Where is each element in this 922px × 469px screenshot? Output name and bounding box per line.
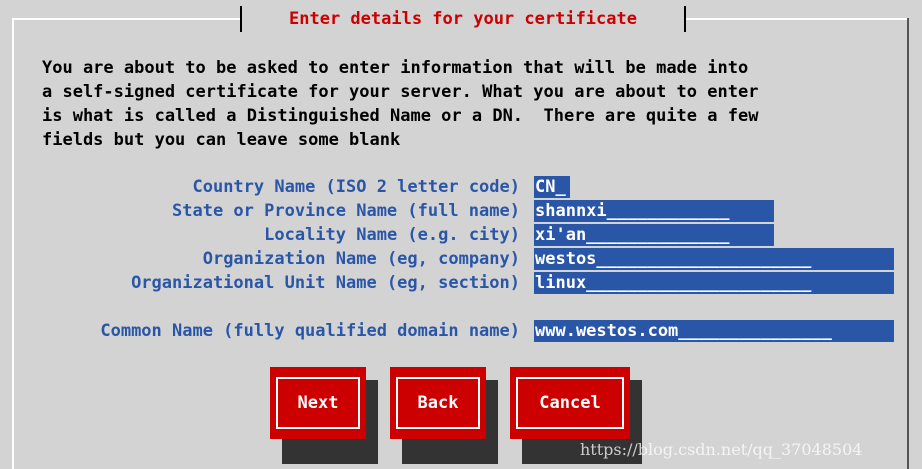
locality-name-label: Locality Name (e.g. city) (264, 225, 520, 245)
back-button-label: Back (396, 377, 480, 429)
common-name-label: Common Name (fully qualified domain name… (100, 321, 520, 341)
organizational-unit-label: Organizational Unit Name (eg, section) (131, 273, 520, 293)
cancel-button[interactable]: Cancel (510, 367, 630, 439)
frame-border-right (907, 18, 909, 469)
locality-name-field[interactable]: xi'an______________ (534, 224, 774, 246)
intro-text: You are about to be asked to enter infor… (42, 58, 759, 150)
certificate-dialog: Enter details for your certificate You a… (0, 0, 922, 469)
country-name-label: Country Name (ISO 2 letter code) (192, 177, 520, 197)
watermark-text: https://blog.csdn.net/qq_37048504 (580, 440, 863, 459)
organizational-unit-field[interactable]: linux______________________ (534, 272, 894, 294)
common-name-field[interactable]: www.westos.com_______________ (534, 320, 894, 342)
cancel-button-label: Cancel (516, 377, 624, 429)
next-button[interactable]: Next (270, 367, 366, 439)
dialog-title: Enter details for your certificate (240, 6, 686, 32)
state-name-label: State or Province Name (full name) (172, 201, 520, 221)
organization-name-label: Organization Name (eg, company) (202, 249, 520, 269)
state-name-field[interactable]: shannxi____________ (534, 200, 774, 222)
organization-name-field[interactable]: westos_____________________ (534, 248, 894, 270)
back-button[interactable]: Back (390, 367, 486, 439)
country-name-field[interactable]: CN_ (534, 176, 570, 198)
next-button-label: Next (276, 377, 360, 429)
